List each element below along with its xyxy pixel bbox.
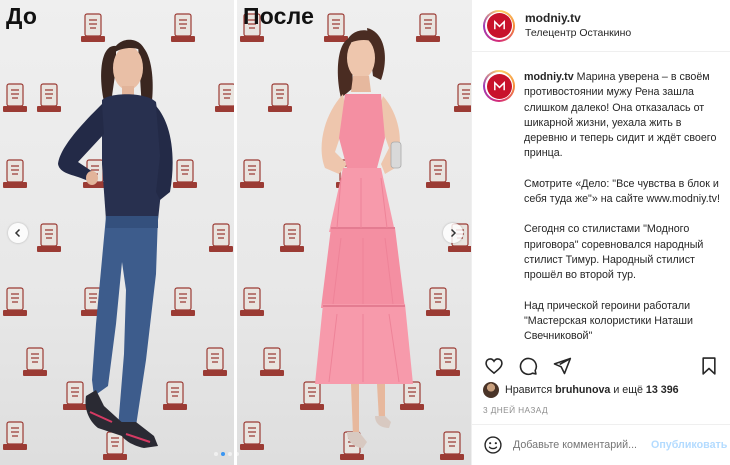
bookmark-icon xyxy=(702,357,716,375)
caption-area: modniy.tv Марина уверена – в своём проти… xyxy=(472,60,730,348)
like-button[interactable] xyxy=(483,355,505,377)
share-button[interactable] xyxy=(551,355,573,377)
chevron-right-icon xyxy=(450,228,457,238)
backdrop-logo xyxy=(0,158,30,194)
carousel-next-button[interactable] xyxy=(443,223,463,243)
heart-icon xyxy=(485,358,503,375)
post-timestamp[interactable]: 3 ДНЕЙ НАЗАД xyxy=(483,405,548,415)
save-button[interactable] xyxy=(698,355,720,377)
backdrop-logo xyxy=(237,286,267,322)
after-label: После xyxy=(243,3,315,29)
post-caption: modniy.tv Марина уверена – в своём проти… xyxy=(524,70,720,348)
likes-summary: Нравится bruhunova и ещё 13 396 xyxy=(483,382,679,398)
before-photo xyxy=(0,0,234,465)
likes-and: и ещё xyxy=(610,384,646,396)
likes-prefix: Нравится xyxy=(505,384,556,396)
backdrop-logo xyxy=(237,420,267,456)
backdrop-logo xyxy=(0,286,30,322)
carousel-dot xyxy=(221,452,225,456)
liker-avatar[interactable] xyxy=(483,382,499,398)
backdrop-logo xyxy=(0,82,30,118)
caption-username[interactable]: modniy.tv xyxy=(524,71,574,83)
emoji-button[interactable] xyxy=(483,435,503,455)
chevron-left-icon xyxy=(14,228,21,238)
caption-paragraph: Над прической героини работали "Мастерск… xyxy=(524,299,693,343)
before-person-figure xyxy=(46,24,196,460)
backdrop-logo xyxy=(206,222,234,258)
post-media[interactable]: До После xyxy=(0,0,471,465)
liker-username[interactable]: bruhunova xyxy=(555,384,610,396)
caption-paragraph: Смотрите «Дело: "Все чувства в блок и се… xyxy=(524,177,720,206)
carousel-dot xyxy=(235,452,239,456)
backdrop-logo xyxy=(451,82,471,118)
comment-icon xyxy=(519,357,538,376)
action-bar xyxy=(472,352,730,380)
publish-button[interactable]: Опубликовать xyxy=(651,439,727,451)
likes-count[interactable]: 13 396 xyxy=(646,384,679,396)
post-details-panel: modniy.tv Телецентр Останкино modniy.tv … xyxy=(471,0,730,465)
backdrop-logo xyxy=(437,430,467,465)
caption-paragraph: Сегодня со стилистами "Модного приговора… xyxy=(524,223,704,282)
post-location[interactable]: Телецентр Останкино xyxy=(525,26,631,40)
modniy-logo-icon xyxy=(493,80,505,90)
carousel-dot xyxy=(228,452,232,456)
carousel-indicator xyxy=(214,452,239,456)
post-username[interactable]: modniy.tv xyxy=(525,11,631,26)
backdrop-logo xyxy=(212,82,234,118)
comment-input[interactable] xyxy=(513,439,651,451)
post-header: modniy.tv Телецентр Останкино xyxy=(472,0,730,52)
caption-avatar[interactable] xyxy=(483,70,515,102)
carousel-prev-button[interactable] xyxy=(8,223,28,243)
before-label: До xyxy=(6,3,38,29)
backdrop-logo xyxy=(200,346,230,382)
emoji-icon xyxy=(484,436,502,454)
backdrop-logo xyxy=(0,420,30,456)
backdrop-logo xyxy=(237,158,267,194)
caption-paragraph: Марина уверена – в своём противостоянии … xyxy=(524,71,717,160)
avatar[interactable] xyxy=(483,9,515,42)
backdrop-logo xyxy=(433,346,463,382)
share-icon xyxy=(553,357,572,375)
comment-composer: Опубликовать xyxy=(472,424,730,465)
comment-button[interactable] xyxy=(517,355,539,377)
carousel-dot xyxy=(214,452,218,456)
after-person-figure xyxy=(281,18,431,460)
after-photo xyxy=(237,0,471,465)
modniy-logo-icon xyxy=(493,19,505,30)
